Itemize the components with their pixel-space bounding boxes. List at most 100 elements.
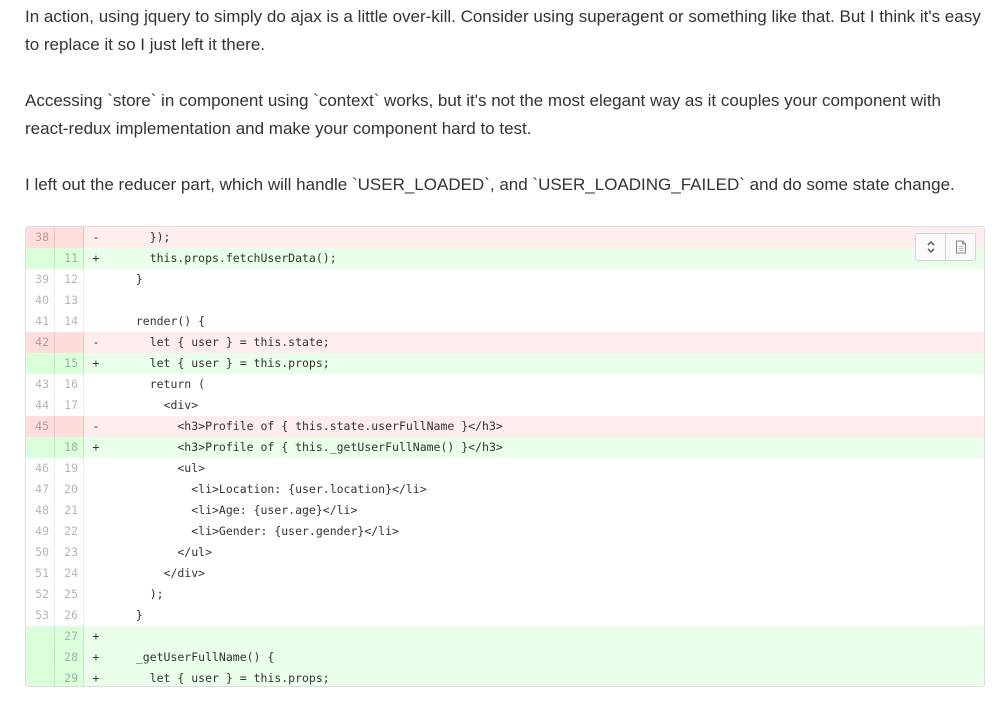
- new-line-number[interactable]: 29: [55, 668, 84, 686]
- diff-marker: +: [92, 440, 100, 454]
- code-text: <div>: [122, 398, 199, 412]
- diff-marker: [84, 500, 104, 521]
- diff-marker: [84, 584, 104, 605]
- unfold-icon[interactable]: [916, 234, 945, 260]
- old-line-number[interactable]: 51: [26, 563, 55, 584]
- old-line-number[interactable]: 46: [26, 458, 55, 479]
- diff-marker: [84, 563, 104, 584]
- new-line-number[interactable]: 17: [55, 395, 84, 416]
- old-line-number[interactable]: [26, 668, 55, 686]
- code-text: </div>: [122, 566, 206, 580]
- new-line-number[interactable]: 28: [55, 647, 84, 668]
- diff-marker: -: [92, 419, 100, 433]
- old-line-number[interactable]: 47: [26, 479, 55, 500]
- old-line-number[interactable]: 49: [26, 521, 55, 542]
- diff-line-add: 28 + _getUserFullName() {: [26, 647, 984, 668]
- new-line-number[interactable]: 18: [55, 437, 84, 458]
- paragraph-context: Accessing `store` in component using `co…: [25, 91, 942, 138]
- diff-marker: [84, 521, 104, 542]
- file-icon[interactable]: [945, 234, 975, 260]
- code-text: let { user } = this.props;: [122, 671, 330, 685]
- new-line-number[interactable]: 21: [55, 500, 84, 521]
- diff-line-add: 11 + this.props.fetchUserData();: [26, 248, 984, 269]
- diff-line-ctx: 48 21 <li>Age: {user.age}</li>: [26, 500, 984, 521]
- old-line-number[interactable]: 38: [26, 227, 55, 248]
- diff-line-ctx: 49 22 <li>Gender: {user.gender}</li>: [26, 521, 984, 542]
- diff-line-ctx: 39 12 }: [26, 269, 984, 290]
- code-text: );: [122, 587, 164, 601]
- old-line-number[interactable]: 43: [26, 374, 55, 395]
- new-line-number[interactable]: 20: [55, 479, 84, 500]
- old-line-number[interactable]: 53: [26, 605, 55, 626]
- new-line-number[interactable]: 27: [55, 626, 84, 647]
- diff-line-ctx: 44 17 <div>: [26, 395, 984, 416]
- diff-line-ctx: 51 24 </div>: [26, 563, 984, 584]
- new-line-number[interactable]: 22: [55, 521, 84, 542]
- new-line-number[interactable]: 24: [55, 563, 84, 584]
- diff-marker: +: [92, 671, 100, 685]
- diff-marker: [84, 395, 104, 416]
- diff-line-ctx: 52 25 );: [26, 584, 984, 605]
- code-text: <h3>Profile of { this.state.userFullName…: [122, 419, 503, 433]
- code-text: <li>Location: {user.location}</li>: [122, 482, 427, 496]
- diff-line-add: 27 +: [26, 626, 984, 647]
- code-diff: 38 - }); 11 + this.props.fetchUserData(); 39…: [25, 226, 985, 687]
- old-line-number[interactable]: [26, 353, 55, 374]
- old-line-number[interactable]: 44: [26, 395, 55, 416]
- old-line-number[interactable]: [26, 647, 55, 668]
- old-line-number[interactable]: [26, 437, 55, 458]
- diff-line-add: 15 + let { user } = this.props;: [26, 353, 984, 374]
- new-line-number[interactable]: 19: [55, 458, 84, 479]
- code-text: </ul>: [122, 545, 213, 559]
- diff-lines: 38 - }); 11 + this.props.fetchUserData(); 39…: [26, 227, 984, 686]
- file-icon-glyph: [955, 240, 966, 254]
- diff-marker: [84, 374, 104, 395]
- diff-line-ctx: 41 14 render() {: [26, 311, 984, 332]
- code-text: let { user } = this.state;: [122, 335, 330, 349]
- diff-line-add: 29 + let { user } = this.props;: [26, 668, 984, 686]
- new-line-number[interactable]: 26: [55, 605, 84, 626]
- code-text: });: [122, 230, 171, 244]
- diff-marker: [84, 290, 104, 311]
- diff-line-add: 18 + <h3>Profile of { this._getUserFullNa…: [26, 437, 984, 458]
- old-line-number[interactable]: [26, 248, 55, 269]
- new-line-number[interactable]: 11: [55, 248, 84, 269]
- old-line-number[interactable]: 52: [26, 584, 55, 605]
- diff-line-ctx: 50 23 </ul>: [26, 542, 984, 563]
- old-line-number[interactable]: [26, 626, 55, 647]
- new-line-number[interactable]: [55, 332, 84, 353]
- old-line-number[interactable]: 39: [26, 269, 55, 290]
- old-line-number[interactable]: 40: [26, 290, 55, 311]
- new-line-number[interactable]: 12: [55, 269, 84, 290]
- old-line-number[interactable]: 41: [26, 311, 55, 332]
- diff-line-ctx: 40 13: [26, 290, 984, 311]
- new-line-number[interactable]: [55, 416, 84, 437]
- diff-line-ctx: 46 19 <ul>: [26, 458, 984, 479]
- old-line-number[interactable]: 48: [26, 500, 55, 521]
- code-text: <li>Gender: {user.gender}</li>: [122, 524, 399, 538]
- unfold-icon-glyph: [926, 240, 935, 254]
- diff-marker: +: [92, 629, 100, 643]
- paragraph-jquery: In action, using jquery to simply do aja…: [25, 7, 981, 54]
- new-line-number[interactable]: 14: [55, 311, 84, 332]
- new-line-number[interactable]: 15: [55, 353, 84, 374]
- diff-marker: [84, 269, 104, 290]
- new-line-number[interactable]: 23: [55, 542, 84, 563]
- diff-marker: [84, 605, 104, 626]
- new-line-number[interactable]: 25: [55, 584, 84, 605]
- old-line-number[interactable]: 42: [26, 332, 55, 353]
- new-line-number[interactable]: [55, 227, 84, 248]
- old-line-number[interactable]: 45: [26, 416, 55, 437]
- old-line-number[interactable]: 50: [26, 542, 55, 563]
- diff-marker: +: [92, 251, 100, 265]
- diff-marker: -: [92, 335, 100, 349]
- diff-marker: -: [92, 230, 100, 244]
- diff-line-ctx: 47 20 <li>Location: {user.location}</li>: [26, 479, 984, 500]
- new-line-number[interactable]: 16: [55, 374, 84, 395]
- new-line-number[interactable]: 13: [55, 290, 84, 311]
- diff-line-ctx: 53 26 }: [26, 605, 984, 626]
- diff-marker: [84, 479, 104, 500]
- diff-marker: [84, 311, 104, 332]
